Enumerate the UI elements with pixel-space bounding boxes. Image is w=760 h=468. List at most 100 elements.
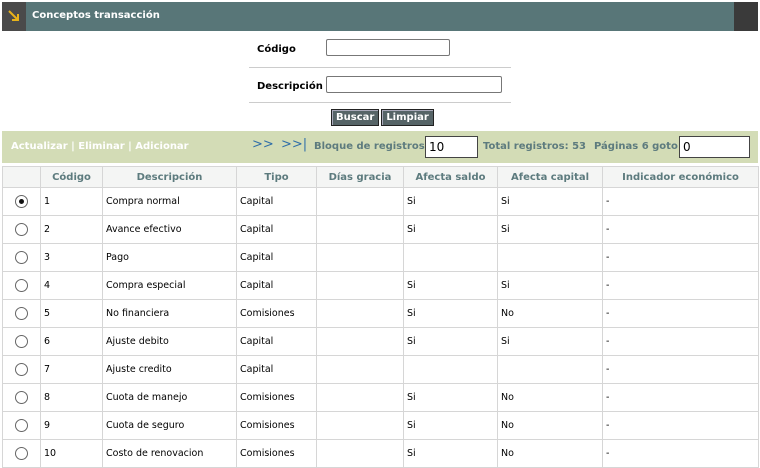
cell-indicador: - bbox=[602, 271, 759, 300]
table-row[interactable]: 8 Cuota de manejo Comisiones Si No - bbox=[2, 383, 759, 412]
cell-afecta-saldo: Si bbox=[403, 271, 498, 300]
buscar-button[interactable]: Buscar bbox=[331, 109, 380, 126]
cell-select bbox=[2, 383, 41, 412]
link-separator: | bbox=[67, 141, 79, 152]
cell-afecta-capital: No bbox=[497, 299, 603, 328]
table-row[interactable]: 3 Pago Capital - bbox=[2, 243, 759, 272]
cell-afecta-saldo: Si bbox=[403, 383, 498, 412]
cell-tipo: Comisiones bbox=[236, 411, 317, 440]
column-header-descripcion[interactable]: Descripción bbox=[102, 166, 237, 188]
cell-select bbox=[2, 215, 41, 244]
column-header-indicador[interactable]: Indicador económico bbox=[602, 166, 759, 188]
cell-descripcion: Ajuste credito bbox=[102, 355, 237, 384]
descripcion-label: Descripción bbox=[257, 81, 323, 92]
cell-afecta-capital: Si bbox=[497, 271, 603, 300]
cell-tipo: Comisiones bbox=[236, 439, 317, 468]
records-table: Código Descripción Tipo Días gracia Afec… bbox=[2, 166, 759, 468]
table-row[interactable]: 7 Ajuste credito Capital - bbox=[2, 355, 759, 384]
cell-codigo: 4 bbox=[40, 271, 103, 300]
next-page-button[interactable]: >> bbox=[252, 137, 274, 152]
cell-indicador: - bbox=[602, 439, 759, 468]
cell-descripcion: Cuota de manejo bbox=[102, 383, 237, 412]
table-row[interactable]: 10 Costo de renovacion Comisiones Si No - bbox=[2, 439, 759, 468]
codigo-row: Código bbox=[249, 33, 511, 68]
goto-input[interactable] bbox=[679, 136, 750, 158]
codigo-input[interactable] bbox=[326, 39, 450, 56]
grid-toolbar: Actualizar | Eliminar | Adicionar >> >>|… bbox=[2, 131, 758, 163]
table-row[interactable]: 5 No financiera Comisiones Si No - bbox=[2, 299, 759, 328]
table-header-row: Código Descripción Tipo Días gracia Afec… bbox=[2, 166, 759, 188]
cell-tipo: Capital bbox=[236, 215, 317, 244]
row-select-radio[interactable] bbox=[15, 419, 28, 432]
cell-afecta-saldo: Si bbox=[403, 411, 498, 440]
row-select-radio[interactable] bbox=[15, 363, 28, 376]
column-header-codigo[interactable]: Código bbox=[40, 166, 103, 188]
row-select-radio[interactable] bbox=[15, 223, 28, 236]
cell-dias-gracia bbox=[316, 271, 404, 300]
row-select-radio[interactable] bbox=[15, 447, 28, 460]
cell-afecta-capital bbox=[497, 243, 603, 272]
row-select-radio[interactable] bbox=[15, 251, 28, 264]
row-select-radio[interactable] bbox=[15, 279, 28, 292]
cell-select bbox=[2, 411, 41, 440]
cell-codigo: 2 bbox=[40, 215, 103, 244]
actualizar-link[interactable]: Actualizar bbox=[11, 141, 68, 152]
cell-indicador: - bbox=[602, 215, 759, 244]
page-title: Conceptos transacción bbox=[32, 10, 160, 21]
link-separator: | bbox=[124, 141, 136, 152]
table-row[interactable]: 1 Compra normal Capital Si Si - bbox=[2, 187, 759, 216]
collapse-toggle[interactable] bbox=[2, 2, 26, 31]
cell-codigo: 10 bbox=[40, 439, 103, 468]
column-header-afecta-capital[interactable]: Afecta capital bbox=[497, 166, 603, 188]
table-row[interactable]: 9 Cuota de seguro Comisiones Si No - bbox=[2, 411, 759, 440]
column-header-afecta-saldo[interactable]: Afecta saldo bbox=[403, 166, 498, 188]
title-bar-strip: Conceptos transacción bbox=[26, 2, 734, 31]
cell-codigo: 6 bbox=[40, 327, 103, 356]
cell-dias-gracia bbox=[316, 187, 404, 216]
cell-descripcion: Costo de renovacion bbox=[102, 439, 237, 468]
bloque-input[interactable] bbox=[425, 136, 478, 158]
cell-tipo: Comisiones bbox=[236, 299, 317, 328]
title-bar-end bbox=[734, 2, 758, 31]
cell-afecta-capital: No bbox=[497, 439, 603, 468]
cell-afecta-saldo: Si bbox=[403, 327, 498, 356]
table-row[interactable]: 4 Compra especial Capital Si Si - bbox=[2, 271, 759, 300]
cell-afecta-capital: Si bbox=[497, 215, 603, 244]
cell-indicador: - bbox=[602, 299, 759, 328]
cell-tipo: Capital bbox=[236, 187, 317, 216]
cell-descripcion: Compra normal bbox=[102, 187, 237, 216]
row-select-radio[interactable] bbox=[15, 195, 28, 208]
cell-dias-gracia bbox=[316, 383, 404, 412]
table-row[interactable]: 6 Ajuste debito Capital Si Si - bbox=[2, 327, 759, 356]
cell-select bbox=[2, 187, 41, 216]
cell-descripcion: Avance efectivo bbox=[102, 215, 237, 244]
cell-descripcion: Pago bbox=[102, 243, 237, 272]
cell-tipo: Capital bbox=[236, 243, 317, 272]
cell-dias-gracia bbox=[316, 243, 404, 272]
column-header-select bbox=[2, 166, 41, 188]
adicionar-link[interactable]: Adicionar bbox=[135, 141, 188, 152]
descripcion-input[interactable] bbox=[326, 76, 502, 93]
cell-dias-gracia bbox=[316, 299, 404, 328]
cell-afecta-saldo bbox=[403, 355, 498, 384]
search-form: Código Descripción bbox=[249, 33, 511, 103]
cell-indicador: - bbox=[602, 355, 759, 384]
column-header-tipo[interactable]: Tipo bbox=[236, 166, 317, 188]
cell-select bbox=[2, 327, 41, 356]
cell-dias-gracia bbox=[316, 327, 404, 356]
cell-select bbox=[2, 271, 41, 300]
eliminar-link[interactable]: Eliminar bbox=[78, 141, 124, 152]
limpiar-button[interactable]: Limpiar bbox=[381, 109, 434, 126]
row-select-radio[interactable] bbox=[15, 307, 28, 320]
cell-afecta-saldo: Si bbox=[403, 187, 498, 216]
cell-afecta-capital: Si bbox=[497, 327, 603, 356]
cell-afecta-saldo: Si bbox=[403, 299, 498, 328]
table-row[interactable]: 2 Avance efectivo Capital Si Si - bbox=[2, 215, 759, 244]
cell-select bbox=[2, 355, 41, 384]
codigo-label: Código bbox=[257, 44, 296, 55]
last-page-button[interactable]: >>| bbox=[281, 137, 307, 152]
row-select-radio[interactable] bbox=[15, 335, 28, 348]
column-header-dias-gracia[interactable]: Días gracia bbox=[316, 166, 404, 188]
cell-codigo: 3 bbox=[40, 243, 103, 272]
row-select-radio[interactable] bbox=[15, 391, 28, 404]
